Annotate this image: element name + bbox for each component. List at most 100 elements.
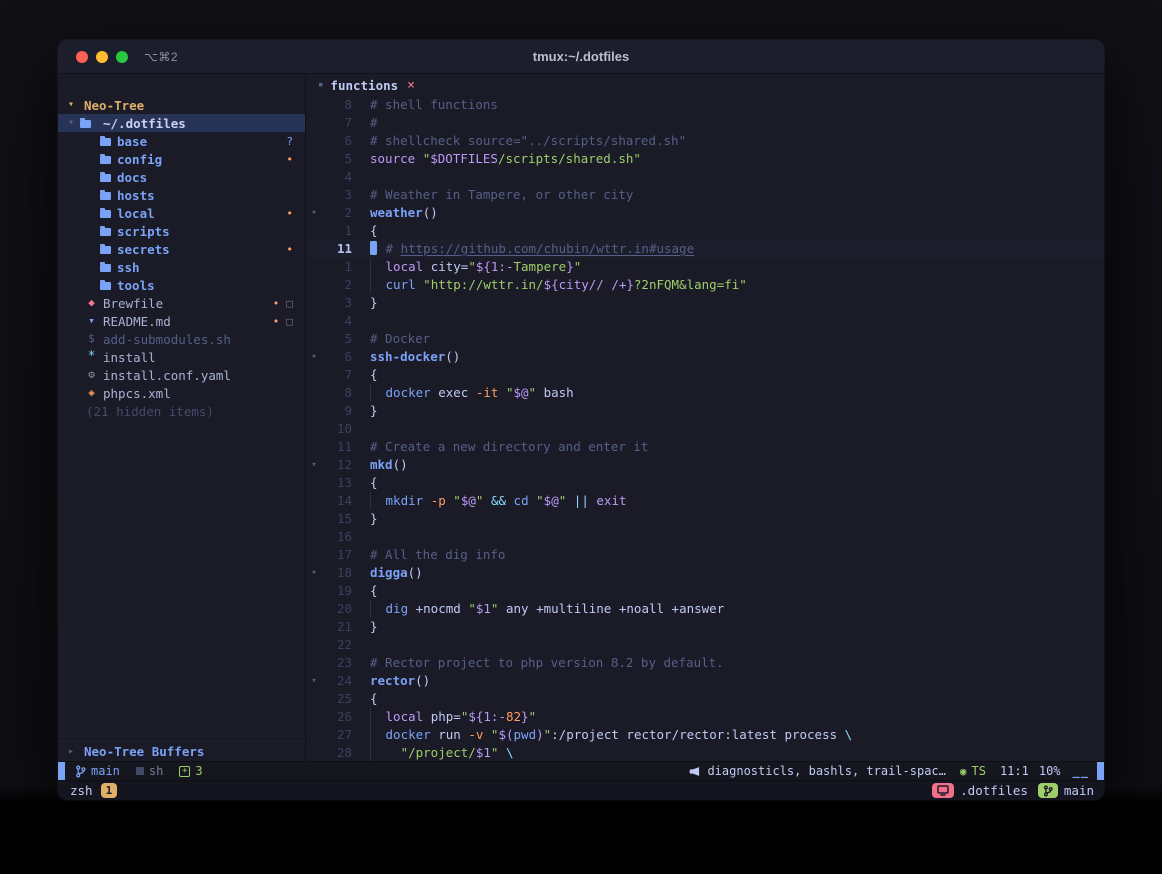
code-line-9[interactable]: 9} [306, 402, 1104, 420]
tab-functions[interactable]: functions × [318, 78, 415, 93]
code-line-8[interactable]: 8 docker exec -it "$@" bash [306, 384, 1104, 402]
code-line-1[interactable]: 1 local city="${1:-Tampere}" [306, 258, 1104, 276]
code-line-12[interactable]: ▾12mkd() [306, 456, 1104, 474]
zoom-window-button[interactable] [116, 51, 128, 63]
code-line-11[interactable]: 11# Create a new directory and enter it [306, 438, 1104, 456]
code-line-14[interactable]: 14 mkdir -p "$@" && cd "$@" || exit [306, 492, 1104, 510]
code-line-1[interactable]: 1{ [306, 222, 1104, 240]
code-text[interactable]: ssh-docker() [352, 348, 460, 366]
code-line-7[interactable]: 7# [306, 114, 1104, 132]
code-line-13[interactable]: 13{ [306, 474, 1104, 492]
code-line-7[interactable]: 7{ [306, 366, 1104, 384]
code-text[interactable]: } [352, 618, 378, 636]
code-line-21[interactable]: 21} [306, 618, 1104, 636]
code-text[interactable]: } [352, 294, 378, 312]
tree-item-add-submodules.sh[interactable]: $add-submodules.sh [58, 330, 305, 348]
code-text[interactable]: dig +nocmd "$1" any +multiline +noall +a… [352, 600, 724, 618]
titlebar[interactable]: ⌥⌘2 tmux:~/.dotfiles [58, 40, 1104, 74]
code-text[interactable]: # shell functions [352, 96, 498, 114]
code-line-20[interactable]: 20 dig +nocmd "$1" any +multiline +noall… [306, 600, 1104, 618]
tree-item-scripts[interactable]: scripts [58, 222, 305, 240]
fold-open-indicator[interactable]: ▾ [306, 204, 322, 222]
code-line-28[interactable]: 28 "/project/$1" \ [306, 744, 1104, 761]
code-line-15[interactable]: 15} [306, 510, 1104, 528]
fold-open-indicator[interactable]: ▾ [306, 456, 322, 474]
tree-item-install[interactable]: *install [58, 348, 305, 366]
code-text[interactable]: { [352, 582, 378, 600]
code-text[interactable]: # Docker [352, 330, 430, 348]
code-line-3[interactable]: 3# Weather in Tampere, or other city [306, 186, 1104, 204]
code-line-11[interactable]: 11 # https://github.com/chubin/wttr.in#u… [306, 240, 1104, 258]
tree-item-phpcs.xml[interactable]: ◈phpcs.xml [58, 384, 305, 402]
code-line-10[interactable]: 10 [306, 420, 1104, 438]
code-line-6[interactable]: ▾6ssh-docker() [306, 348, 1104, 366]
fold-open-indicator[interactable]: ▾ [306, 348, 322, 366]
tree-item-Brewfile[interactable]: ◆Brewfile•□ [58, 294, 305, 312]
code-text[interactable]: local city="${1:-Tampere}" [352, 258, 581, 276]
code-text[interactable]: source "$DOTFILES/scripts/shared.sh" [352, 150, 641, 168]
fold-open-indicator[interactable]: ▾ [306, 672, 322, 690]
tmux-window-index-badge[interactable]: 1 [101, 783, 118, 798]
fold-open-indicator[interactable]: ▾ [306, 564, 322, 582]
code-text[interactable]: # Rector project to php version 8.2 by d… [352, 654, 724, 672]
code-text[interactable]: # [352, 114, 378, 132]
close-window-button[interactable] [76, 51, 88, 63]
code-text[interactable] [352, 168, 370, 186]
code-area[interactable]: 8# shell functions7#6# shellcheck source… [306, 96, 1104, 761]
tree-item-docs[interactable]: docs [58, 168, 305, 186]
code-line-5[interactable]: 5# Docker [306, 330, 1104, 348]
code-line-24[interactable]: ▾24rector() [306, 672, 1104, 690]
code-text[interactable]: weather() [352, 204, 438, 222]
code-text[interactable] [352, 420, 370, 438]
code-line-4[interactable]: 4 [306, 312, 1104, 330]
minimize-window-button[interactable] [96, 51, 108, 63]
code-text[interactable]: # https://github.com/chubin/wttr.in#usag… [352, 240, 694, 258]
code-line-17[interactable]: 17# All the dig info [306, 546, 1104, 564]
code-line-22[interactable]: 22 [306, 636, 1104, 654]
code-text[interactable]: # Weather in Tampere, or other city [352, 186, 633, 204]
code-text[interactable]: docker exec -it "$@" bash [352, 384, 574, 402]
code-text[interactable] [352, 528, 370, 546]
tree-item-README.md[interactable]: ▾README.md•□ [58, 312, 305, 330]
tree-item-hosts[interactable]: hosts [58, 186, 305, 204]
code-line-16[interactable]: 16 [306, 528, 1104, 546]
code-line-26[interactable]: 26 local php="${1:-82}" [306, 708, 1104, 726]
tree-item-tools[interactable]: tools [58, 276, 305, 294]
code-text[interactable] [352, 312, 370, 330]
code-text[interactable]: docker run -v "$(pwd)":/project rector/r… [352, 726, 852, 744]
code-text[interactable] [352, 636, 370, 654]
code-line-18[interactable]: ▾18digga() [306, 564, 1104, 582]
code-text[interactable]: # All the dig info [352, 546, 505, 564]
code-text[interactable]: } [352, 510, 378, 528]
code-text[interactable]: digga() [352, 564, 423, 582]
code-text[interactable]: mkd() [352, 456, 408, 474]
code-line-6[interactable]: 6# shellcheck source="../scripts/shared.… [306, 132, 1104, 150]
code-line-8[interactable]: 8# shell functions [306, 96, 1104, 114]
tree-item-ssh[interactable]: ssh [58, 258, 305, 276]
code-line-25[interactable]: 25{ [306, 690, 1104, 708]
code-text[interactable]: # shellcheck source="../scripts/shared.s… [352, 132, 686, 150]
code-text[interactable]: { [352, 690, 378, 708]
code-line-5[interactable]: 5source "$DOTFILES/scripts/shared.sh" [306, 150, 1104, 168]
neo-tree-buffers-section[interactable]: Neo-Tree Buffers [58, 741, 305, 761]
code-text[interactable]: { [352, 366, 378, 384]
code-text[interactable]: { [352, 222, 378, 240]
tree-item-install.conf.yaml[interactable]: ⚙install.conf.yaml [58, 366, 305, 384]
code-line-3[interactable]: 3} [306, 294, 1104, 312]
code-text[interactable]: "/project/$1" \ [352, 744, 514, 761]
code-text[interactable]: curl "http://wttr.in/${city// /+}?2nFQM&… [352, 276, 747, 294]
code-line-23[interactable]: 23# Rector project to php version 8.2 by… [306, 654, 1104, 672]
code-text[interactable]: { [352, 474, 378, 492]
tree-item-base[interactable]: base? [58, 132, 305, 150]
tree-item-local[interactable]: local• [58, 204, 305, 222]
code-line-2[interactable]: 2 curl "http://wttr.in/${city// /+}?2nFQ… [306, 276, 1104, 294]
code-text[interactable]: mkdir -p "$@" && cd "$@" || exit [352, 492, 627, 510]
tree-item-config[interactable]: config• [58, 150, 305, 168]
tree-item-root-dotfiles[interactable]: ~/.dotfiles [58, 114, 305, 132]
tmux-window-name[interactable]: zsh [70, 783, 93, 798]
tree-item-secrets[interactable]: secrets• [58, 240, 305, 258]
code-text[interactable]: local php="${1:-82}" [352, 708, 536, 726]
code-text[interactable]: # Create a new directory and enter it [352, 438, 648, 456]
tab-close-button[interactable]: × [407, 78, 415, 93]
code-line-19[interactable]: 19{ [306, 582, 1104, 600]
